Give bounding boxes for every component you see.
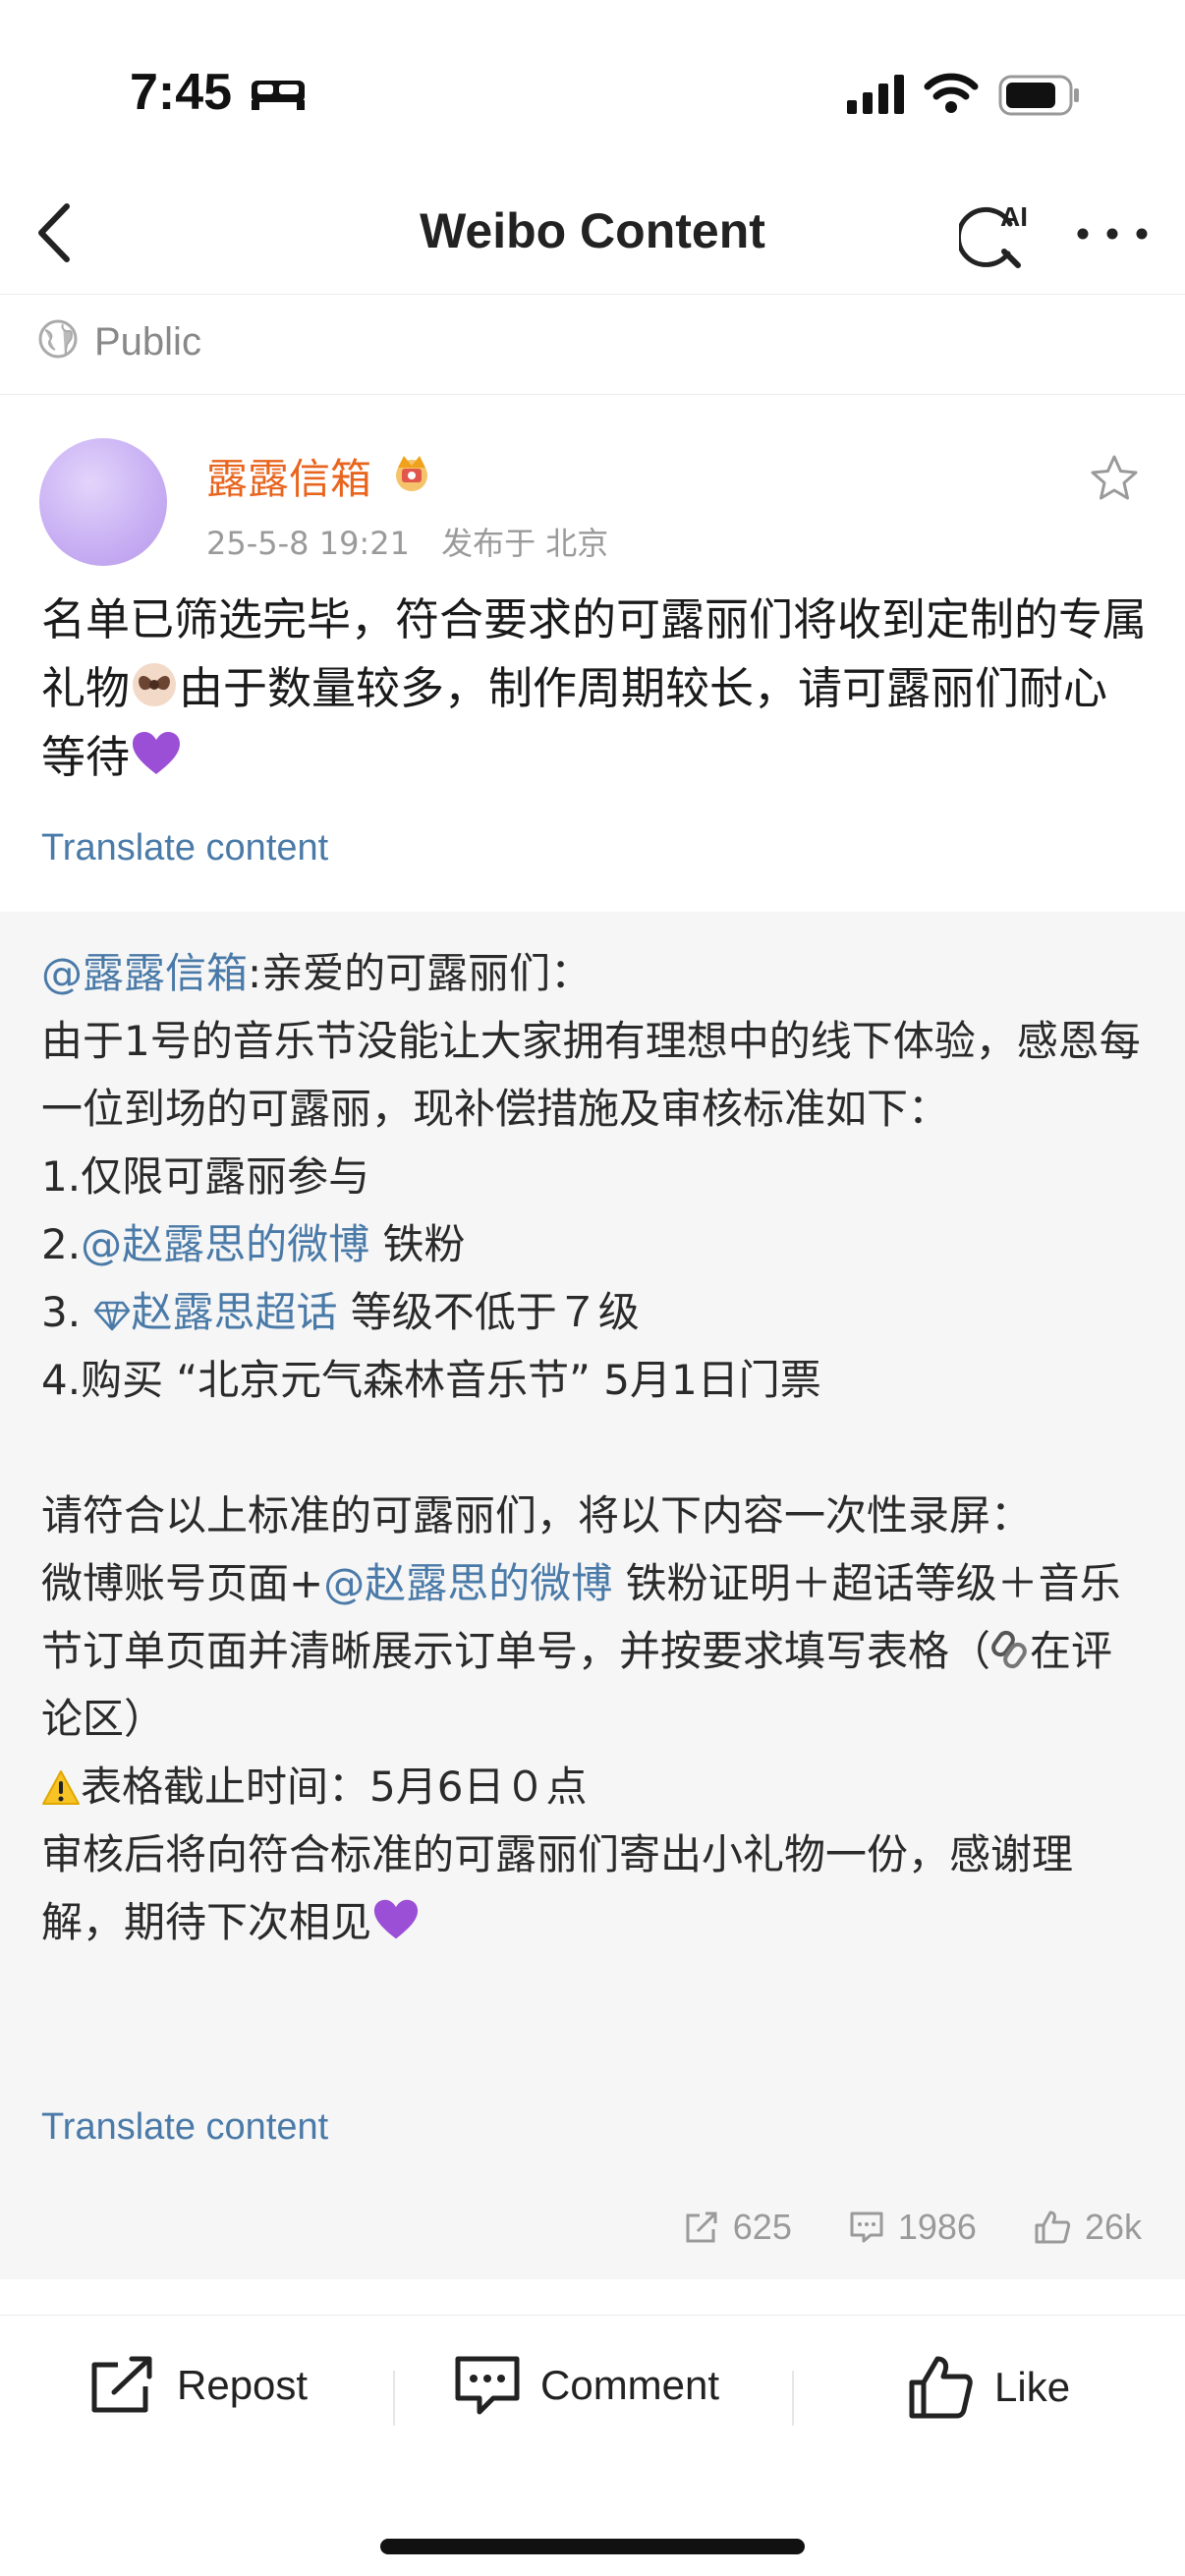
post-text-part2: 由于数量较多，制作周期较长，请可露丽们耐心等待 <box>41 662 1108 783</box>
like-count-value: 26k <box>1084 2207 1142 2247</box>
visibility-label: Public <box>94 320 201 364</box>
author-row: 露露信箱 25-5-8 19:21 发布于 北京 <box>0 432 1185 570</box>
repost-greeting: :亲爱的可露丽们： <box>248 949 592 997</box>
repost-closing: 审核后将向符合标准的可露丽们寄出小礼物一份，感谢理解，期待下次相见 <box>41 1820 1152 1956</box>
repost-item-3: 3. 赵露思超话 等级不低于７级 <box>41 1278 1152 1346</box>
repost-item-4: 4.购买 “北京元气森林音乐节” 5月1日门票 <box>41 1356 821 1404</box>
user-mention-2[interactable]: @赵露思的微博 <box>323 1559 612 1607</box>
wifi-icon <box>924 73 979 113</box>
repost-icon <box>91 2356 152 2413</box>
diamond-icon <box>94 1301 131 1331</box>
comment-button[interactable]: Comment <box>454 2355 719 2416</box>
divider <box>393 2371 395 2426</box>
repost-stats: 625 1986 26k <box>684 2207 1142 2248</box>
post-date: 25-5-8 19:21 <box>206 525 410 562</box>
deadline-text: 表格截止时间：5月6日０点 <box>81 1763 588 1811</box>
author-name[interactable]: 露露信箱 <box>206 446 371 506</box>
action-bar: Repost Comment Like <box>0 2315 1185 2482</box>
repost-text: @露露信箱:亲爱的可露丽们： 由于1号的音乐节没能让大家拥有理想中的线下体验，感… <box>41 939 1152 1956</box>
home-indicator[interactable] <box>380 2539 805 2554</box>
battery-icon <box>998 75 1079 116</box>
repost-count[interactable]: 625 <box>684 2207 792 2248</box>
star-icon[interactable] <box>1089 454 1140 503</box>
repost-icon <box>686 2212 717 2243</box>
divider <box>792 2371 794 2426</box>
purple-heart-icon <box>373 1899 419 1939</box>
repost-para-3: 微博账号页面+@赵露思的微博 铁粉证明＋超话等级＋音乐节订单页面并清晰展示订单号… <box>41 1549 1152 1753</box>
globe-icon <box>38 319 78 359</box>
link-icon <box>991 1630 1027 1669</box>
para-3-prefix: 微博账号页面+ <box>41 1559 324 1607</box>
topic-link[interactable]: 赵露思超话 <box>131 1288 337 1336</box>
warning-icon <box>42 1770 80 1805</box>
repost-label: Repost <box>177 2362 309 2408</box>
thumbs-up-icon <box>909 2356 973 2419</box>
author-mention[interactable]: @露露信箱 <box>41 949 248 997</box>
ai-search-icon[interactable]: AI <box>959 198 1038 273</box>
repost-item-1: 1.仅限可露丽参与 <box>41 1152 370 1201</box>
repost-intro-line: @露露信箱:亲爱的可露丽们： <box>41 939 1152 1007</box>
post-text: 名单已筛选完毕，符合要求的可露丽们将收到定制的专属礼物 由于数量较多，制作周期较… <box>41 586 1152 792</box>
comment-label: Comment <box>540 2362 720 2408</box>
user-mention[interactable]: @赵露思的微博 <box>81 1220 369 1268</box>
signal-icon <box>847 75 904 114</box>
repost-button[interactable]: Repost <box>88 2355 308 2416</box>
visibility-row: Public <box>0 295 1185 395</box>
purple-heart-icon <box>133 732 181 774</box>
item-3-suffix: 等级不低于７级 <box>337 1288 640 1336</box>
post-location: 发布于 北京 <box>441 525 609 562</box>
gift-bow-icon <box>133 663 177 706</box>
crown-icon <box>396 456 427 491</box>
item-2-prefix: 2. <box>41 1220 82 1268</box>
comment-icon <box>455 2356 520 2415</box>
comment-count[interactable]: 1986 <box>849 2207 977 2248</box>
like-label: Like <box>994 2364 1071 2410</box>
status-time: 7:45 <box>130 64 233 121</box>
closing-text: 审核后将向符合标准的可露丽们寄出小礼物一份，感谢理解，期待下次相见 <box>41 1830 1074 1946</box>
repost-deadline: 表格截止时间：5月6日０点 <box>41 1753 1152 1820</box>
status-bar: 7:45 <box>0 0 1185 187</box>
item-2-suffix: 铁粉 <box>369 1220 466 1268</box>
like-count[interactable]: 26k <box>1034 2207 1142 2248</box>
more-icon[interactable] <box>1073 214 1152 253</box>
translate-repost-link[interactable]: Translate content <box>41 2106 328 2149</box>
bed-icon <box>252 81 305 110</box>
nav-bar: Weibo Content AI <box>0 177 1185 295</box>
repost-block[interactable]: @露露信箱:亲爱的可露丽们： 由于1号的音乐节没能让大家拥有理想中的线下体验，感… <box>0 912 1185 2279</box>
repost-count-value: 625 <box>732 2207 792 2247</box>
comment-icon <box>850 2212 883 2243</box>
repost-para-2: 请符合以上标准的可露丽们，将以下内容一次性录屏： <box>41 1491 1033 1540</box>
like-button[interactable]: Like <box>908 2355 1070 2420</box>
repost-item-2: 2.@赵露思的微博 铁粉 <box>41 1210 1152 1278</box>
repost-line-1: 由于1号的音乐节没能让大家拥有理想中的线下体验，感恩每一位到场的可露丽，现补偿措… <box>41 1017 1141 1133</box>
thumbs-up-icon <box>1035 2211 1071 2244</box>
post-meta: 25-5-8 19:21 发布于 北京 <box>206 519 630 564</box>
avatar[interactable] <box>39 438 167 566</box>
ai-badge: AI <box>1000 201 1028 232</box>
comment-count-value: 1986 <box>897 2207 977 2247</box>
translate-content-link[interactable]: Translate content <box>41 827 328 869</box>
item-3-prefix: 3. <box>41 1288 94 1336</box>
